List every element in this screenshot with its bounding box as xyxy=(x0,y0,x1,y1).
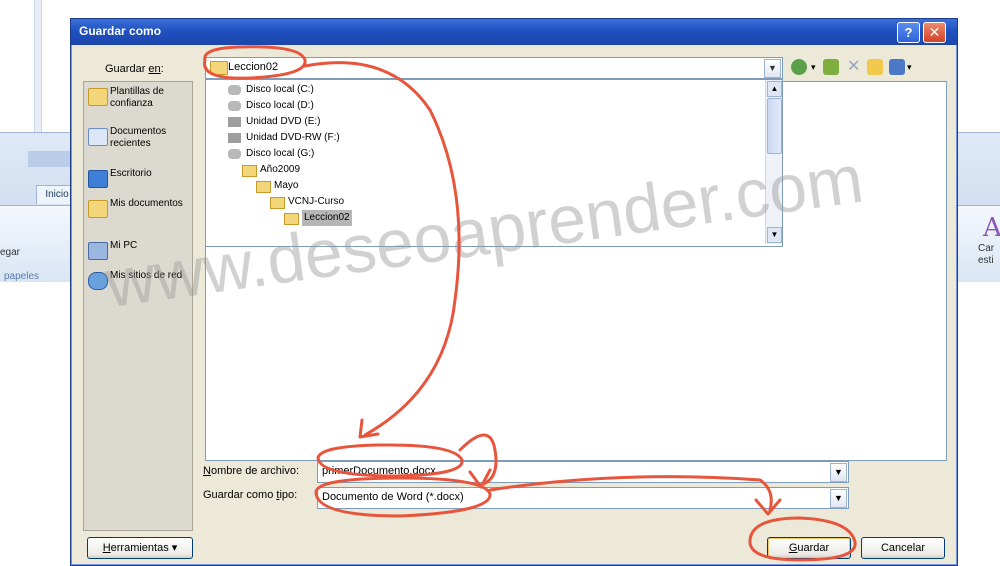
save-in-value: Leccion02 xyxy=(228,61,279,73)
places-bar: Plantillas de confianza Documentos recie… xyxy=(83,81,193,531)
desktop-icon xyxy=(88,170,108,188)
chevron-down-icon[interactable]: ▼ xyxy=(830,463,847,482)
views-dropdown-icon[interactable]: ▾ xyxy=(907,59,915,75)
help-button[interactable]: ? xyxy=(897,22,920,43)
filetype-value: Documento de Word (*.docx) xyxy=(322,491,464,503)
filename-label: Nombre de archivo: xyxy=(203,465,299,477)
save-as-dialog: Guardar como ? ✕ Guardar en: Leccion02 ▼… xyxy=(70,18,958,566)
save-button[interactable]: Guardar xyxy=(767,537,851,559)
folder-icon xyxy=(270,197,285,209)
templates-folder-icon xyxy=(88,88,108,106)
new-folder-icon[interactable] xyxy=(867,59,883,75)
scroll-up-icon[interactable]: ▲ xyxy=(767,81,782,97)
folder-icon xyxy=(256,181,271,193)
place-my-documents[interactable]: Mis documentos xyxy=(86,198,190,228)
views-icon[interactable] xyxy=(889,59,905,75)
recent-documents-icon xyxy=(88,128,108,146)
chevron-down-icon[interactable]: ▼ xyxy=(830,489,847,508)
my-documents-icon xyxy=(88,200,108,218)
scroll-down-icon[interactable]: ▼ xyxy=(767,227,782,243)
network-places-icon xyxy=(88,272,108,290)
save-in-combobox[interactable]: Leccion02 ▼ xyxy=(205,57,783,79)
place-my-computer[interactable]: Mi PC xyxy=(86,240,190,260)
place-recent-documents[interactable]: Documentos recientes xyxy=(86,126,190,156)
back-icon[interactable] xyxy=(791,59,807,75)
folder-icon xyxy=(284,213,299,225)
styles-label: Car esti xyxy=(978,243,995,266)
styles-icon: A xyxy=(983,213,1000,243)
filename-input[interactable]: primerDocumento.docx ▼ xyxy=(317,461,849,483)
place-desktop[interactable]: Escritorio xyxy=(86,168,190,188)
background-window-edge xyxy=(34,0,42,132)
place-network[interactable]: Mis sitios de red xyxy=(86,270,190,300)
folder-icon xyxy=(210,61,228,75)
back-dropdown-icon[interactable]: ▾ xyxy=(811,59,819,75)
dialog-title: Guardar como xyxy=(79,24,162,38)
quick-access-toolbar xyxy=(28,151,74,167)
location-dropdown-list[interactable]: Disco local (C:) Disco local (D:) Unidad… xyxy=(205,79,783,247)
dropdown-scrollbar[interactable]: ▲ ▼ xyxy=(765,80,782,244)
scroll-thumb[interactable] xyxy=(767,98,782,154)
drive-icon xyxy=(228,85,241,95)
cancel-button[interactable]: Cancelar xyxy=(861,537,945,559)
up-folder-icon[interactable] xyxy=(823,59,839,75)
paste-label: egar xyxy=(0,247,21,258)
drive-icon xyxy=(228,149,241,159)
clipboard-group-label: papeles xyxy=(4,271,40,282)
filetype-select[interactable]: Documento de Word (*.docx) ▼ xyxy=(317,487,849,509)
save-in-label: Guardar en: xyxy=(105,63,164,75)
drive-icon xyxy=(228,101,241,111)
filename-value: primerDocumento.docx xyxy=(322,465,436,477)
dvd-drive-icon xyxy=(228,133,241,143)
my-computer-icon xyxy=(88,242,108,260)
tools-button[interactable]: Herramientas ▾ xyxy=(87,537,193,559)
folder-icon xyxy=(242,165,257,177)
title-bar[interactable]: Guardar como ? ✕ xyxy=(71,19,957,45)
filetype-label: Guardar como tipo: xyxy=(203,489,298,501)
chevron-down-icon[interactable]: ▼ xyxy=(764,59,781,78)
dvd-drive-icon xyxy=(228,117,241,127)
close-button[interactable]: ✕ xyxy=(923,22,946,43)
place-templates[interactable]: Plantillas de confianza xyxy=(86,86,190,116)
delete-icon[interactable]: ✕ xyxy=(847,59,863,75)
